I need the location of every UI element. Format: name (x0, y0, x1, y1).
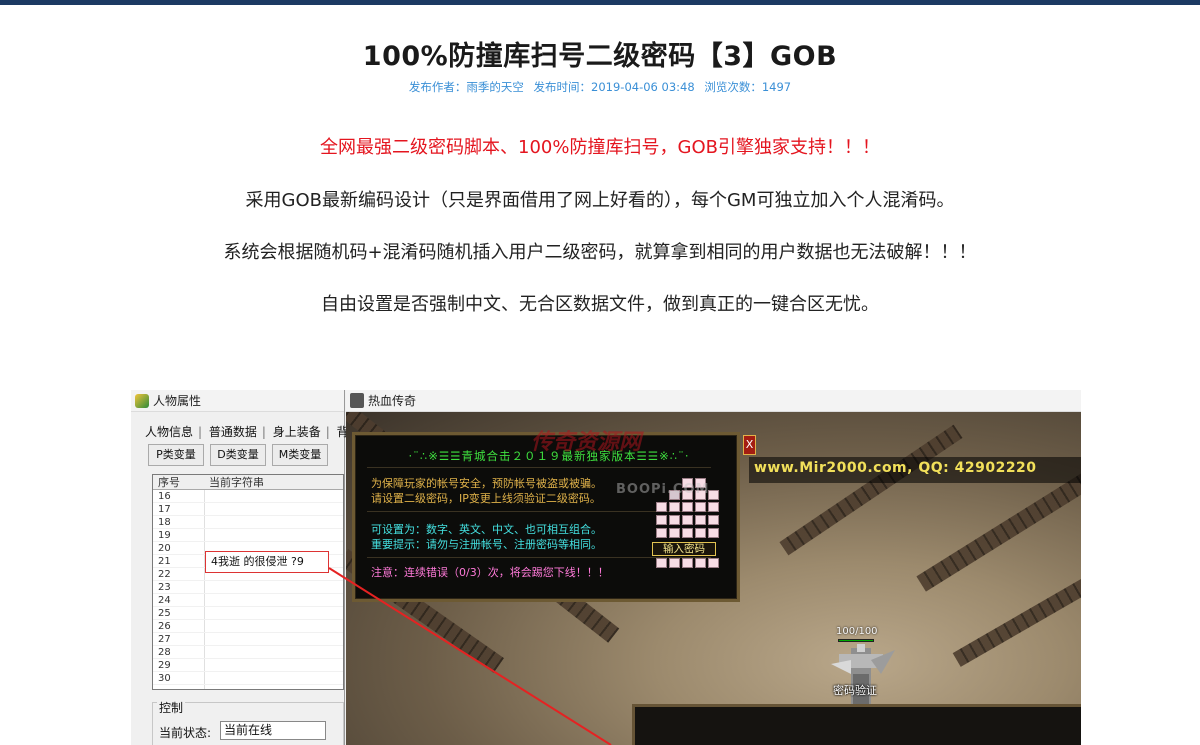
app-icon (135, 394, 149, 408)
paragraph-highlight: 全网最强二级密码脚本、100%防撞库扫号，GOB引擎独家支持！！！ (320, 137, 880, 158)
menu-item-equipment[interactable]: 身上装备 (273, 425, 321, 439)
grid-header: 序号 当前字符串 (153, 475, 343, 490)
dialog-line-4: 重要提示：请勿与注册帐号、注册密码等相同。 (371, 538, 602, 551)
key-button[interactable] (682, 502, 693, 512)
control-legend: 控制 (157, 699, 186, 716)
dialog-close-button[interactable]: X (743, 435, 756, 455)
status-label: 当前状态: (159, 726, 212, 740)
variable-grid[interactable]: 序号 当前字符串 16 17 18 19 20 21 22 23 24 25 2… (152, 474, 344, 690)
tab-d-variables[interactable]: D类变量 (210, 444, 266, 466)
key-button[interactable] (708, 528, 719, 538)
author-meta[interactable]: 发布作者：雨季的天空 (409, 80, 524, 94)
article-screenshot: 人物属性 人物信息 | 普通数据 | 身上装备 | 背 P类变量 D类变量 M类变量 … (131, 390, 1081, 745)
table-row[interactable]: 30 (153, 672, 343, 685)
tab-m-variables[interactable]: M类变量 (272, 444, 328, 466)
tab-p-variables[interactable]: P类变量 (148, 444, 204, 466)
top-bar (0, 0, 1200, 5)
game-window: 热血传奇 www.Mir2000.com, QQ: 42902220 ·¨∴※☰… (346, 390, 1081, 745)
property-menu: 人物信息 | 普通数据 | 身上装备 | 背 (145, 425, 349, 439)
dialog-line-2: 请设置二级密码，IP变更上线须验证二级密码。 (371, 492, 601, 505)
key-button[interactable] (669, 528, 680, 538)
encrypted-password-cell[interactable]: 4我逝 的很侵泄 ?9 (205, 551, 329, 573)
key-button[interactable] (695, 515, 706, 525)
column-current-string[interactable]: 当前字符串 (209, 475, 264, 490)
table-row[interactable]: 24 (153, 594, 343, 607)
time-meta: 发布时间：2019-04-06 03:48 (533, 80, 695, 94)
table-row[interactable]: 27 (153, 633, 343, 646)
table-row[interactable]: 17 (153, 503, 343, 516)
table-row[interactable]: 16 (153, 490, 343, 503)
npc-name: 密码验证 (833, 684, 877, 697)
column-index[interactable]: 序号 (158, 475, 180, 490)
views-meta: 浏览次数：1497 (704, 80, 792, 94)
key-button[interactable] (669, 502, 680, 512)
table-row[interactable]: 28 (153, 646, 343, 659)
enter-password-button[interactable]: 输入密码 (652, 542, 716, 556)
hp-bar (838, 639, 874, 642)
window-title: 人物属性 (153, 394, 202, 408)
key-button[interactable] (656, 515, 667, 525)
dialog-line-3: 可设置为：数字、英文、中文、也可相互组合。 (371, 523, 602, 536)
menu-item-common-data[interactable]: 普通数据 (209, 425, 257, 439)
key-button[interactable] (708, 558, 719, 568)
article-title: 100%防撞库扫号二级密码【3】GOB (362, 41, 838, 72)
key-button[interactable] (656, 528, 667, 538)
table-row[interactable]: 19 (153, 529, 343, 542)
game-titlebar: 热血传奇 (346, 390, 1081, 412)
key-button[interactable] (708, 502, 719, 512)
key-button[interactable] (682, 558, 693, 568)
site-watermark-2: BOOPi.COM (616, 482, 710, 497)
site-url-text: www.Mir2000.com, QQ: 42902220 (754, 460, 1037, 476)
game-scene[interactable]: www.Mir2000.com, QQ: 42902220 ·¨∴※☰☰青城合击… (346, 412, 1081, 745)
key-button[interactable] (695, 502, 706, 512)
key-button[interactable] (682, 515, 693, 525)
window-titlebar: 人物属性 (131, 390, 344, 412)
article-meta: 发布作者：雨季的天空 发布时间：2019-04-06 03:48 浏览次数：14… (0, 79, 1200, 95)
table-row[interactable]: 26 (153, 620, 343, 633)
paragraph-encoding: 采用GOB最新编码设计（只是界面借用了网上好看的），每个GM可独立加入个人混淆码… (245, 190, 955, 211)
dialog-line-5: 注意：连续错误（0/3）次，将会踢您下线！！！ (371, 566, 609, 579)
table-row[interactable]: 25 (153, 607, 343, 620)
game-app-icon (350, 393, 364, 408)
game-window-title: 热血传奇 (368, 394, 417, 408)
key-button[interactable] (656, 558, 667, 568)
site-watermark: 传奇资源网 (531, 430, 642, 455)
dialog-line-1: 为保障玩家的帐号安全，预防帐号被盗或被骗。 (371, 477, 602, 490)
character-properties-window: 人物属性 人物信息 | 普通数据 | 身上装备 | 背 P类变量 D类变量 M类变量 … (131, 390, 349, 745)
table-row[interactable]: 18 (153, 516, 343, 529)
status-field[interactable]: 当前在线 (220, 721, 326, 740)
table-row[interactable]: 23 (153, 581, 343, 594)
key-button[interactable] (695, 528, 706, 538)
secondary-password-dialog: ·¨∴※☰☰青城合击２０１９最新独家版本☰☰※∴¨· 为保障玩家的帐号安全，预防… (352, 432, 740, 602)
bottom-dialog-panel (632, 704, 1081, 745)
key-button[interactable] (695, 558, 706, 568)
key-button[interactable] (708, 515, 719, 525)
key-button[interactable] (682, 528, 693, 538)
key-button[interactable] (656, 502, 667, 512)
paragraph-random-code: 系统会根据随机码+混淆码随机插入用户二级密码，就算拿到相同的用户数据也无法破解！… (223, 242, 977, 263)
paragraph-merge: 自由设置是否强制中文、无合区数据文件，做到真正的一键合区无忧。 (321, 294, 879, 315)
key-button[interactable] (669, 515, 680, 525)
table-row[interactable]: 29 (153, 659, 343, 672)
key-button[interactable] (669, 558, 680, 568)
hp-label: 100/100 (836, 626, 878, 637)
menu-item-character-info[interactable]: 人物信息 (145, 425, 193, 439)
key-button[interactable] (708, 490, 719, 500)
